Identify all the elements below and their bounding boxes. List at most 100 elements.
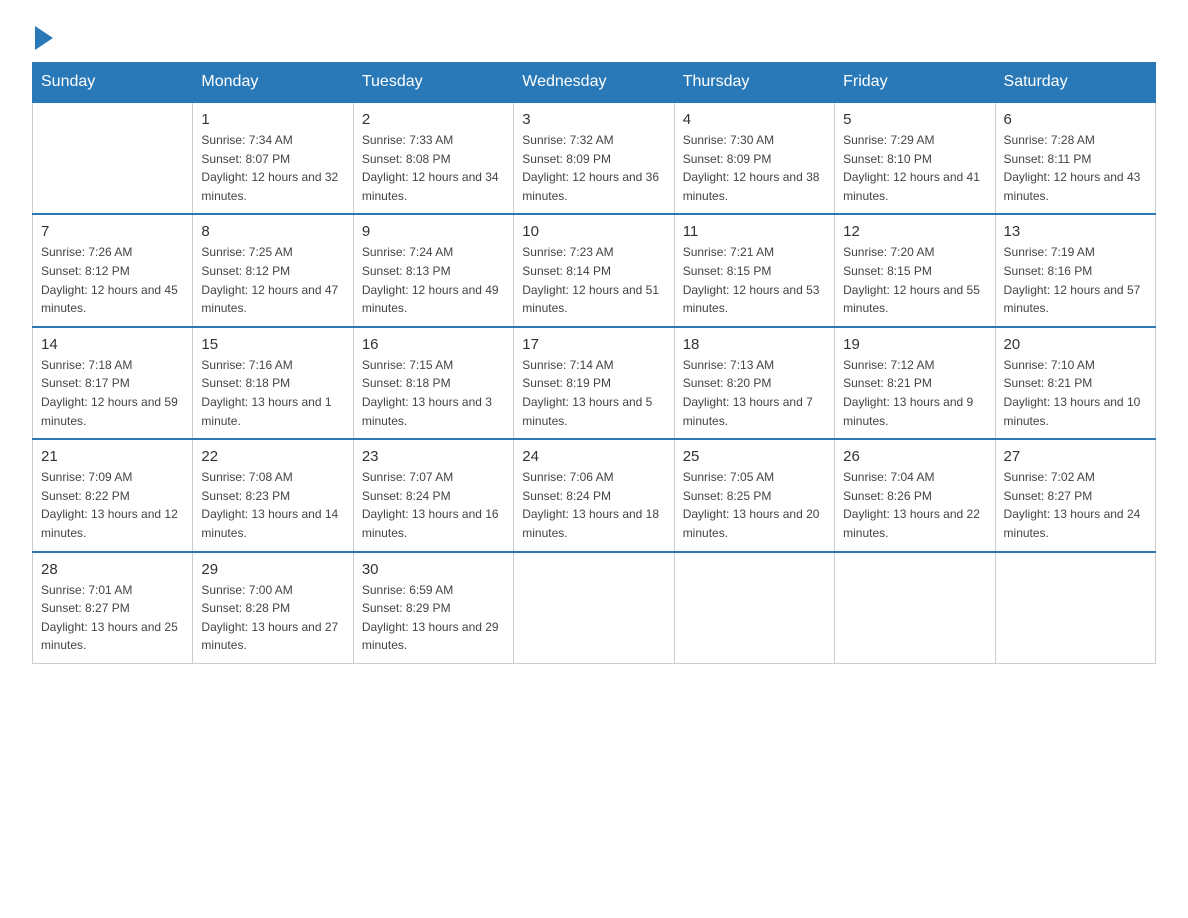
weekday-header-saturday: Saturday	[995, 63, 1155, 103]
day-number: 23	[362, 448, 505, 465]
calendar-cell: 8 Sunrise: 7:25 AMSunset: 8:12 PMDaylight…	[193, 214, 353, 326]
day-sun-info: Sunrise: 7:05 AMSunset: 8:25 PMDaylight:…	[683, 468, 826, 542]
calendar-cell: 14 Sunrise: 7:18 AMSunset: 8:17 PMDayligh…	[33, 327, 193, 439]
day-sun-info: Sunrise: 7:23 AMSunset: 8:14 PMDaylight:…	[522, 243, 665, 317]
calendar-cell	[514, 552, 674, 664]
day-sun-info: Sunrise: 7:20 AMSunset: 8:15 PMDaylight:…	[843, 243, 986, 317]
day-sun-info: Sunrise: 7:08 AMSunset: 8:23 PMDaylight:…	[201, 468, 344, 542]
day-sun-info: Sunrise: 7:29 AMSunset: 8:10 PMDaylight:…	[843, 131, 986, 205]
day-sun-info: Sunrise: 7:34 AMSunset: 8:07 PMDaylight:…	[201, 131, 344, 205]
logo	[32, 24, 53, 46]
calendar-cell	[674, 552, 834, 664]
calendar-cell: 2 Sunrise: 7:33 AMSunset: 8:08 PMDaylight…	[353, 102, 513, 214]
weekday-header-sunday: Sunday	[33, 63, 193, 103]
calendar-cell: 12Sunrise: 7:20 AMSunset: 8:15 PMDayligh…	[835, 214, 995, 326]
logo-arrow-icon	[35, 26, 53, 50]
calendar-cell: 22 Sunrise: 7:08 AMSunset: 8:23 PMDayligh…	[193, 439, 353, 551]
day-number: 10	[522, 223, 665, 240]
calendar-cell: 18 Sunrise: 7:13 AMSunset: 8:20 PMDayligh…	[674, 327, 834, 439]
calendar-cell: 6 Sunrise: 7:28 AMSunset: 8:11 PMDaylight…	[995, 102, 1155, 214]
weekday-header-tuesday: Tuesday	[353, 63, 513, 103]
calendar-cell: 25 Sunrise: 7:05 AMSunset: 8:25 PMDayligh…	[674, 439, 834, 551]
day-sun-info: Sunrise: 7:26 AMSunset: 8:12 PMDaylight:…	[41, 243, 184, 317]
day-sun-info: Sunrise: 7:16 AMSunset: 8:18 PMDaylight:…	[201, 356, 344, 430]
day-number: 27	[1004, 448, 1147, 465]
day-number: 30	[362, 561, 505, 578]
day-number: 21	[41, 448, 184, 465]
weekday-header-thursday: Thursday	[674, 63, 834, 103]
calendar-week-row: 7 Sunrise: 7:26 AMSunset: 8:12 PMDaylight…	[33, 214, 1156, 326]
calendar-cell: 26 Sunrise: 7:04 AMSunset: 8:26 PMDayligh…	[835, 439, 995, 551]
day-sun-info: Sunrise: 7:01 AMSunset: 8:27 PMDaylight:…	[41, 581, 184, 655]
day-number: 13	[1004, 223, 1147, 240]
weekday-header-monday: Monday	[193, 63, 353, 103]
calendar-cell: 1 Sunrise: 7:34 AMSunset: 8:07 PMDaylight…	[193, 102, 353, 214]
calendar-cell: 9Sunrise: 7:24 AMSunset: 8:13 PMDaylight…	[353, 214, 513, 326]
day-sun-info: Sunrise: 7:04 AMSunset: 8:26 PMDaylight:…	[843, 468, 986, 542]
day-number: 7	[41, 223, 184, 240]
day-number: 5	[843, 111, 986, 128]
day-number: 29	[201, 561, 344, 578]
calendar-week-row: 21 Sunrise: 7:09 AMSunset: 8:22 PMDayligh…	[33, 439, 1156, 551]
day-number: 9	[362, 223, 505, 240]
calendar-cell: 30 Sunrise: 6:59 AMSunset: 8:29 PMDayligh…	[353, 552, 513, 664]
day-number: 2	[362, 111, 505, 128]
day-sun-info: Sunrise: 7:21 AMSunset: 8:15 PMDaylight:…	[683, 243, 826, 317]
day-number: 26	[843, 448, 986, 465]
calendar-cell: 3Sunrise: 7:32 AMSunset: 8:09 PMDaylight…	[514, 102, 674, 214]
day-sun-info: Sunrise: 7:32 AMSunset: 8:09 PMDaylight:…	[522, 131, 665, 205]
calendar-cell: 19 Sunrise: 7:12 AMSunset: 8:21 PMDayligh…	[835, 327, 995, 439]
day-sun-info: Sunrise: 7:15 AMSunset: 8:18 PMDaylight:…	[362, 356, 505, 430]
day-number: 14	[41, 336, 184, 353]
day-sun-info: Sunrise: 7:12 AMSunset: 8:21 PMDaylight:…	[843, 356, 986, 430]
day-sun-info: Sunrise: 7:14 AMSunset: 8:19 PMDaylight:…	[522, 356, 665, 430]
calendar-cell: 17Sunrise: 7:14 AMSunset: 8:19 PMDayligh…	[514, 327, 674, 439]
day-sun-info: Sunrise: 7:28 AMSunset: 8:11 PMDaylight:…	[1004, 131, 1147, 205]
day-sun-info: Sunrise: 7:25 AMSunset: 8:12 PMDaylight:…	[201, 243, 344, 317]
calendar-cell: 28 Sunrise: 7:01 AMSunset: 8:27 PMDayligh…	[33, 552, 193, 664]
calendar-cell: 21 Sunrise: 7:09 AMSunset: 8:22 PMDayligh…	[33, 439, 193, 551]
day-sun-info: Sunrise: 7:18 AMSunset: 8:17 PMDaylight:…	[41, 356, 184, 430]
day-sun-info: Sunrise: 7:13 AMSunset: 8:20 PMDaylight:…	[683, 356, 826, 430]
calendar-cell: 4 Sunrise: 7:30 AMSunset: 8:09 PMDaylight…	[674, 102, 834, 214]
calendar-cell: 16 Sunrise: 7:15 AMSunset: 8:18 PMDayligh…	[353, 327, 513, 439]
calendar-cell: 10 Sunrise: 7:23 AMSunset: 8:14 PMDayligh…	[514, 214, 674, 326]
page-header	[32, 24, 1156, 46]
day-number: 4	[683, 111, 826, 128]
day-sun-info: Sunrise: 7:09 AMSunset: 8:22 PMDaylight:…	[41, 468, 184, 542]
calendar-cell: 20Sunrise: 7:10 AMSunset: 8:21 PMDayligh…	[995, 327, 1155, 439]
day-number: 6	[1004, 111, 1147, 128]
day-sun-info: Sunrise: 7:10 AMSunset: 8:21 PMDaylight:…	[1004, 356, 1147, 430]
day-sun-info: Sunrise: 7:06 AMSunset: 8:24 PMDaylight:…	[522, 468, 665, 542]
calendar-cell	[33, 102, 193, 214]
day-number: 16	[362, 336, 505, 353]
weekday-header-friday: Friday	[835, 63, 995, 103]
day-sun-info: Sunrise: 7:00 AMSunset: 8:28 PMDaylight:…	[201, 581, 344, 655]
calendar-cell: 13 Sunrise: 7:19 AMSunset: 8:16 PMDayligh…	[995, 214, 1155, 326]
day-number: 8	[201, 223, 344, 240]
calendar-cell: 5 Sunrise: 7:29 AMSunset: 8:10 PMDaylight…	[835, 102, 995, 214]
day-sun-info: Sunrise: 7:33 AMSunset: 8:08 PMDaylight:…	[362, 131, 505, 205]
day-sun-info: Sunrise: 7:02 AMSunset: 8:27 PMDaylight:…	[1004, 468, 1147, 542]
day-sun-info: Sunrise: 7:30 AMSunset: 8:09 PMDaylight:…	[683, 131, 826, 205]
calendar-cell: 29 Sunrise: 7:00 AMSunset: 8:28 PMDayligh…	[193, 552, 353, 664]
day-sun-info: Sunrise: 6:59 AMSunset: 8:29 PMDaylight:…	[362, 581, 505, 655]
day-number: 15	[201, 336, 344, 353]
day-sun-info: Sunrise: 7:19 AMSunset: 8:16 PMDaylight:…	[1004, 243, 1147, 317]
day-number: 25	[683, 448, 826, 465]
day-number: 19	[843, 336, 986, 353]
calendar-cell: 23Sunrise: 7:07 AMSunset: 8:24 PMDayligh…	[353, 439, 513, 551]
calendar-week-row: 28 Sunrise: 7:01 AMSunset: 8:27 PMDayligh…	[33, 552, 1156, 664]
day-number: 18	[683, 336, 826, 353]
day-number: 24	[522, 448, 665, 465]
calendar-cell: 11Sunrise: 7:21 AMSunset: 8:15 PMDayligh…	[674, 214, 834, 326]
calendar-cell: 7 Sunrise: 7:26 AMSunset: 8:12 PMDaylight…	[33, 214, 193, 326]
calendar-header-row: SundayMondayTuesdayWednesdayThursdayFrid…	[33, 63, 1156, 103]
calendar-week-row: 14 Sunrise: 7:18 AMSunset: 8:17 PMDayligh…	[33, 327, 1156, 439]
calendar-cell: 15 Sunrise: 7:16 AMSunset: 8:18 PMDayligh…	[193, 327, 353, 439]
day-number: 1	[201, 111, 344, 128]
day-number: 22	[201, 448, 344, 465]
calendar-week-row: 1 Sunrise: 7:34 AMSunset: 8:07 PMDaylight…	[33, 102, 1156, 214]
day-number: 28	[41, 561, 184, 578]
weekday-header-wednesday: Wednesday	[514, 63, 674, 103]
